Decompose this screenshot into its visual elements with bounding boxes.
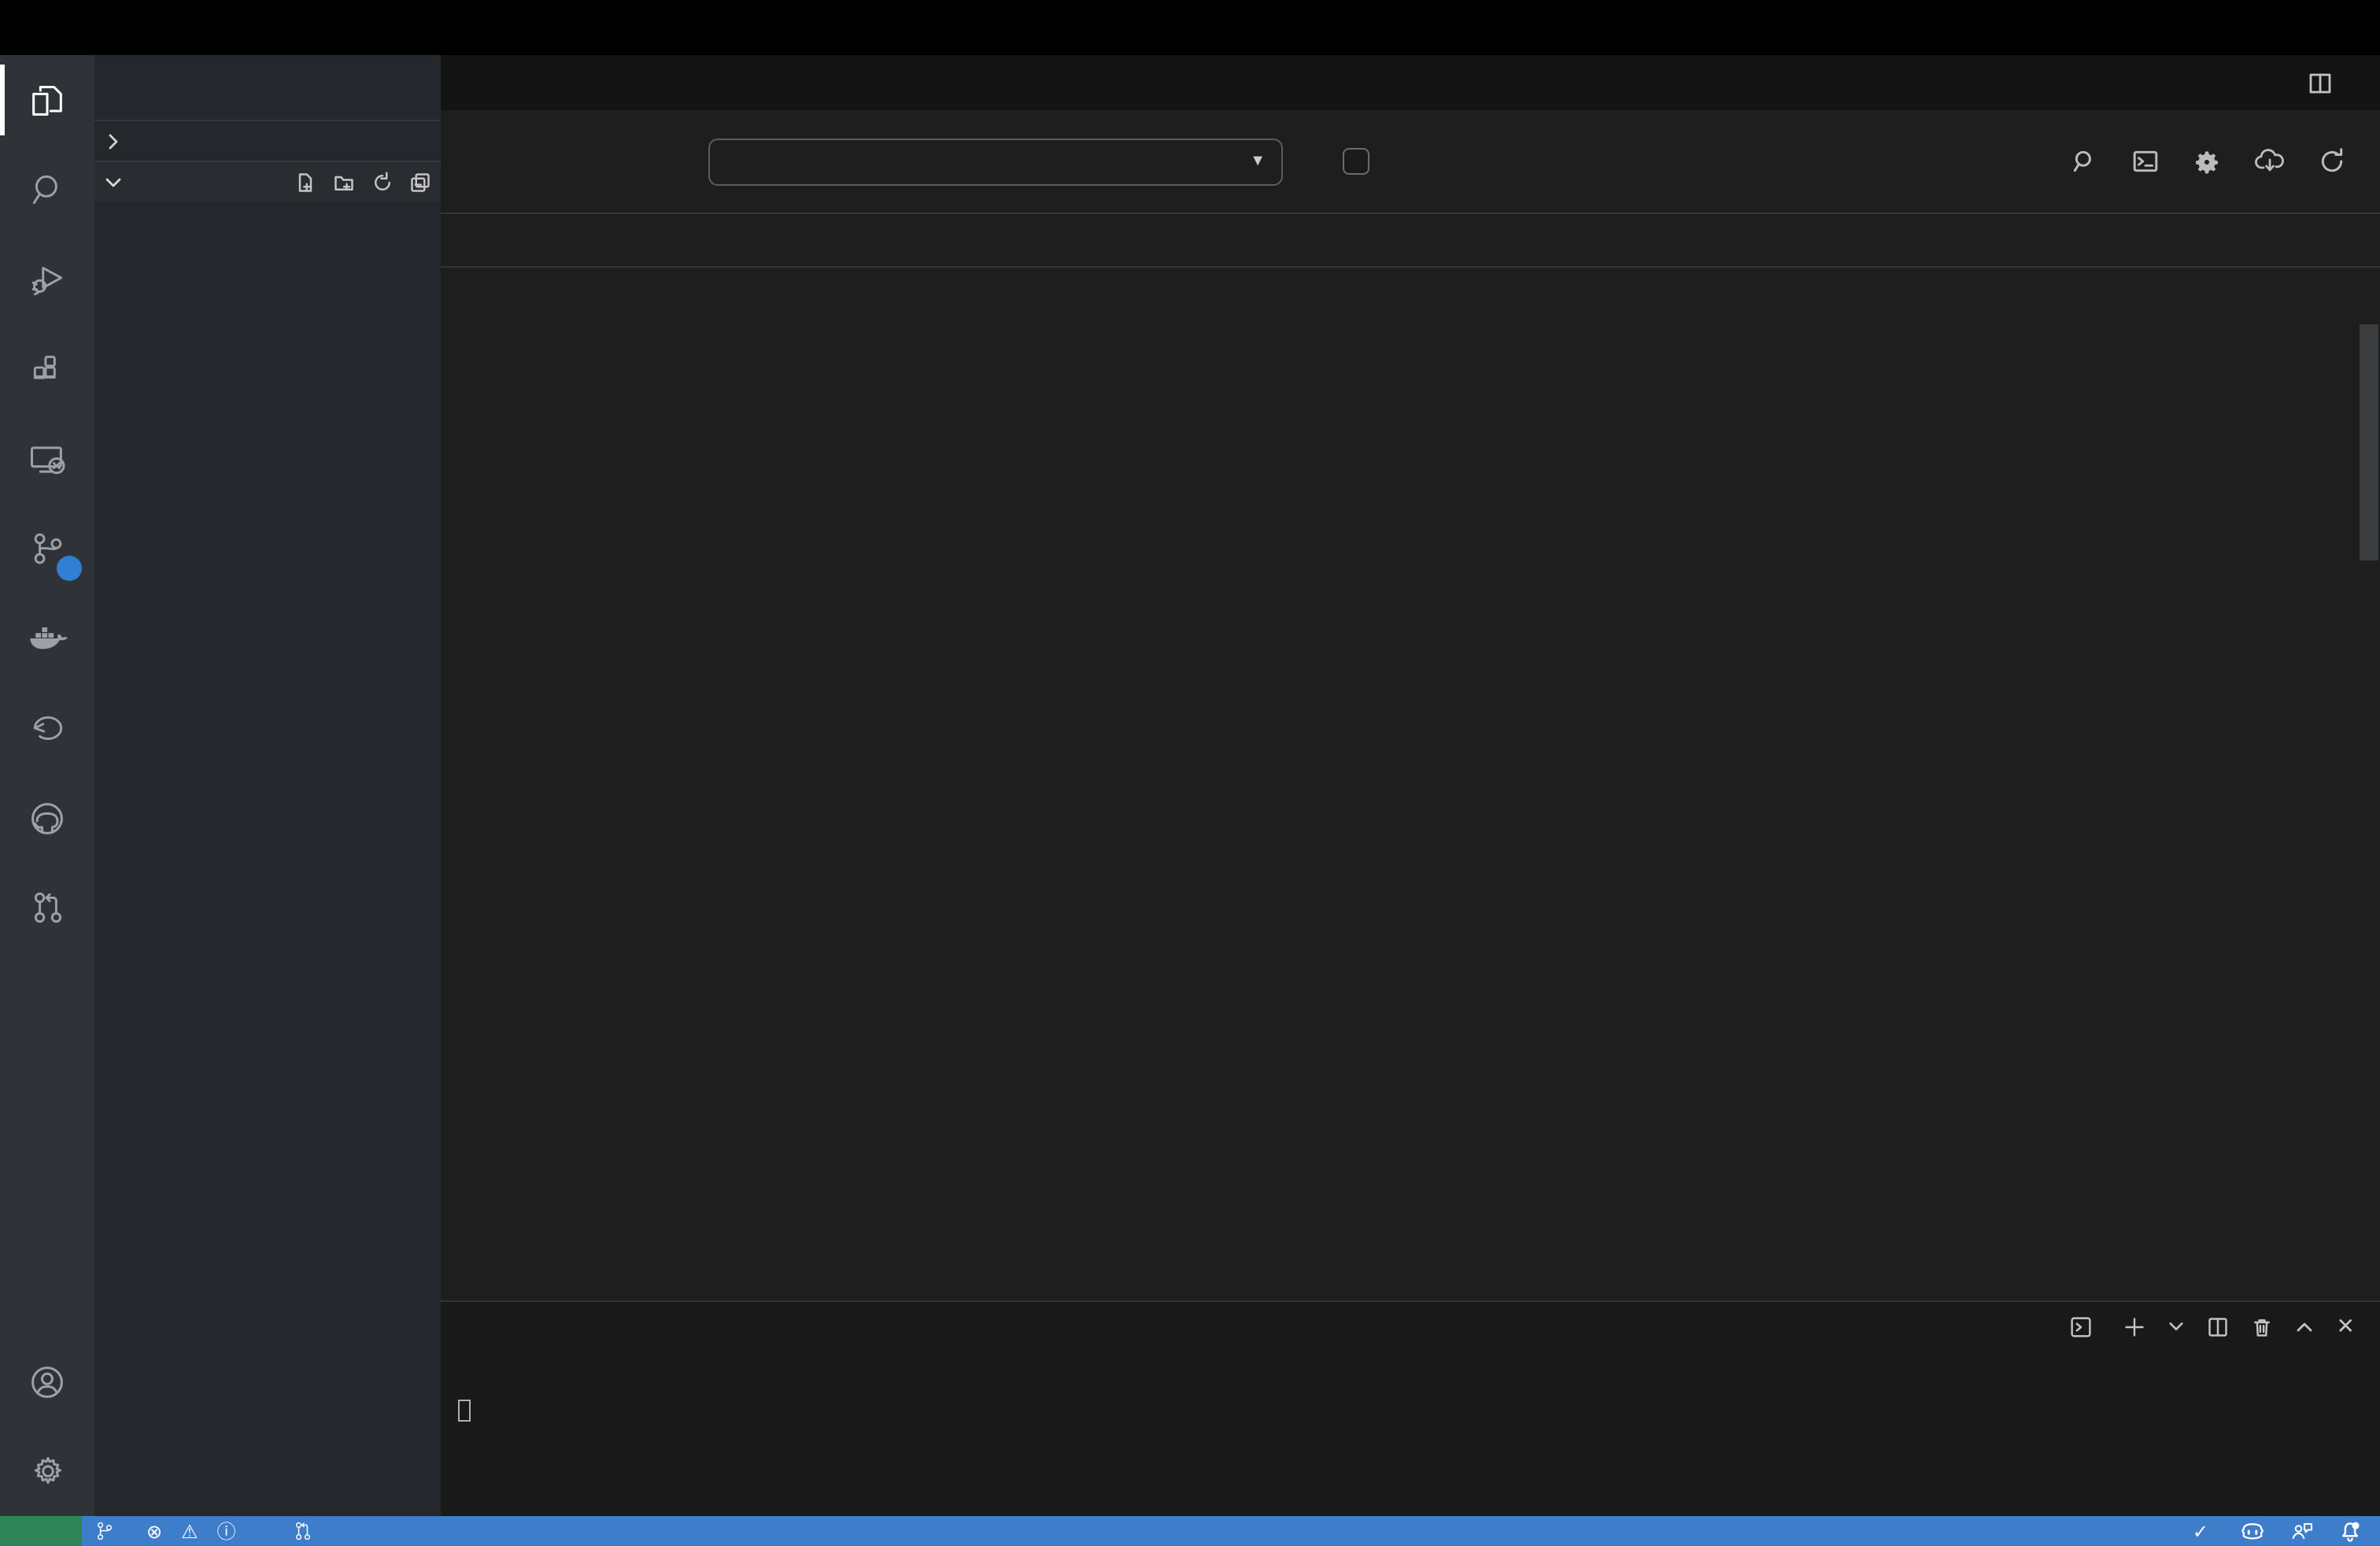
terminal-shell-item[interactable]: [2071, 1315, 2102, 1337]
activity-bar: [0, 55, 94, 1516]
new-folder-icon[interactable]: [332, 171, 356, 193]
kill-terminal-icon[interactable]: [2252, 1315, 2274, 1337]
activity-remote-explorer-icon[interactable]: [0, 414, 94, 504]
maximize-panel-icon[interactable]: [2296, 1317, 2315, 1336]
refresh-icon[interactable]: [2319, 148, 2345, 175]
split-editor-icon[interactable]: [2308, 70, 2333, 95]
scm-badge: [57, 556, 82, 581]
activity-explorer-icon[interactable]: [0, 55, 94, 145]
show-remote-branches-checkbox[interactable]: [1343, 148, 1369, 175]
new-terminal-icon[interactable]: [2124, 1315, 2146, 1337]
activity-docker-icon[interactable]: [0, 594, 94, 683]
collapse-folders-icon[interactable]: [409, 171, 431, 193]
terminal-icon[interactable]: [2131, 148, 2160, 175]
copilot-status-icon[interactable]: [2227, 1516, 2278, 1546]
info-icon: ⓘ: [217, 1518, 236, 1544]
terminal-cursor: [458, 1399, 471, 1421]
activity-undo-history-icon[interactable]: [0, 683, 94, 773]
notifications-bell-icon[interactable]: [2326, 1516, 2380, 1546]
find-commit-icon[interactable]: [2071, 148, 2098, 175]
remote-indicator[interactable]: [0, 1516, 82, 1546]
activity-extensions-icon[interactable]: [0, 324, 94, 414]
tab-bar: [441, 55, 2380, 110]
branches-dropdown[interactable]: ▼: [708, 138, 1283, 185]
shell-icon: [2071, 1315, 2093, 1337]
git-graph-status-item[interactable]: [255, 1516, 280, 1546]
close-panel-icon[interactable]: ✕: [2337, 1313, 2355, 1340]
chevron-down-icon: [104, 172, 123, 191]
terminal-dropdown-icon[interactable]: [2168, 1318, 2186, 1335]
branch-status-item[interactable]: [82, 1516, 134, 1546]
git-graph-view: ▼: [441, 110, 2380, 1300]
commit-graph: [441, 268, 806, 1300]
scrollbar-thumb[interactable]: [2360, 324, 2378, 560]
split-terminal-icon[interactable]: [2208, 1315, 2230, 1337]
explorer-sidebar: [94, 55, 441, 1516]
bottom-panel: ✕: [441, 1300, 2380, 1516]
account-icon[interactable]: [0, 1337, 94, 1426]
cloud-download-icon[interactable]: [2254, 148, 2286, 175]
status-bar: ⊗ ⚠ ⓘ ✓: [0, 1516, 2380, 1546]
errors-icon: ⊗: [146, 1520, 162, 1542]
title-bar: [0, 0, 2380, 55]
commit-table: [441, 268, 2380, 1300]
activity-github-icon[interactable]: [0, 773, 94, 863]
spell-status-item[interactable]: ✓: [2180, 1516, 2227, 1546]
terminal-output[interactable]: [441, 1351, 2380, 1425]
pull-request-status-item[interactable]: [280, 1516, 332, 1546]
pull-request-icon: [293, 1521, 313, 1541]
chevron-right-icon: [104, 131, 123, 150]
settings-gear-icon[interactable]: [0, 1426, 94, 1516]
settings-icon[interactable]: [2193, 147, 2221, 176]
refresh-explorer-icon[interactable]: [371, 171, 394, 193]
spell-check-icon: ✓: [2193, 1520, 2208, 1542]
workspace-section-header[interactable]: [94, 161, 441, 202]
activity-pull-requests-icon[interactable]: [0, 863, 94, 952]
commit-table-header: [441, 213, 2380, 268]
feedback-status-icon[interactable]: [2278, 1516, 2326, 1546]
warnings-icon: ⚠: [181, 1520, 198, 1542]
open-editors-section[interactable]: [94, 120, 441, 161]
branch-icon: [94, 1521, 115, 1541]
activity-run-debug-icon[interactable]: [0, 235, 94, 324]
activity-search-icon[interactable]: [0, 145, 94, 235]
activity-source-control-icon[interactable]: [0, 504, 94, 594]
dropdown-arrow-icon: ▼: [1250, 153, 1266, 170]
vscode-window: ▼: [0, 0, 2380, 1546]
problems-status-item[interactable]: ⊗ ⚠ ⓘ: [134, 1516, 255, 1546]
new-file-icon[interactable]: [294, 171, 316, 193]
